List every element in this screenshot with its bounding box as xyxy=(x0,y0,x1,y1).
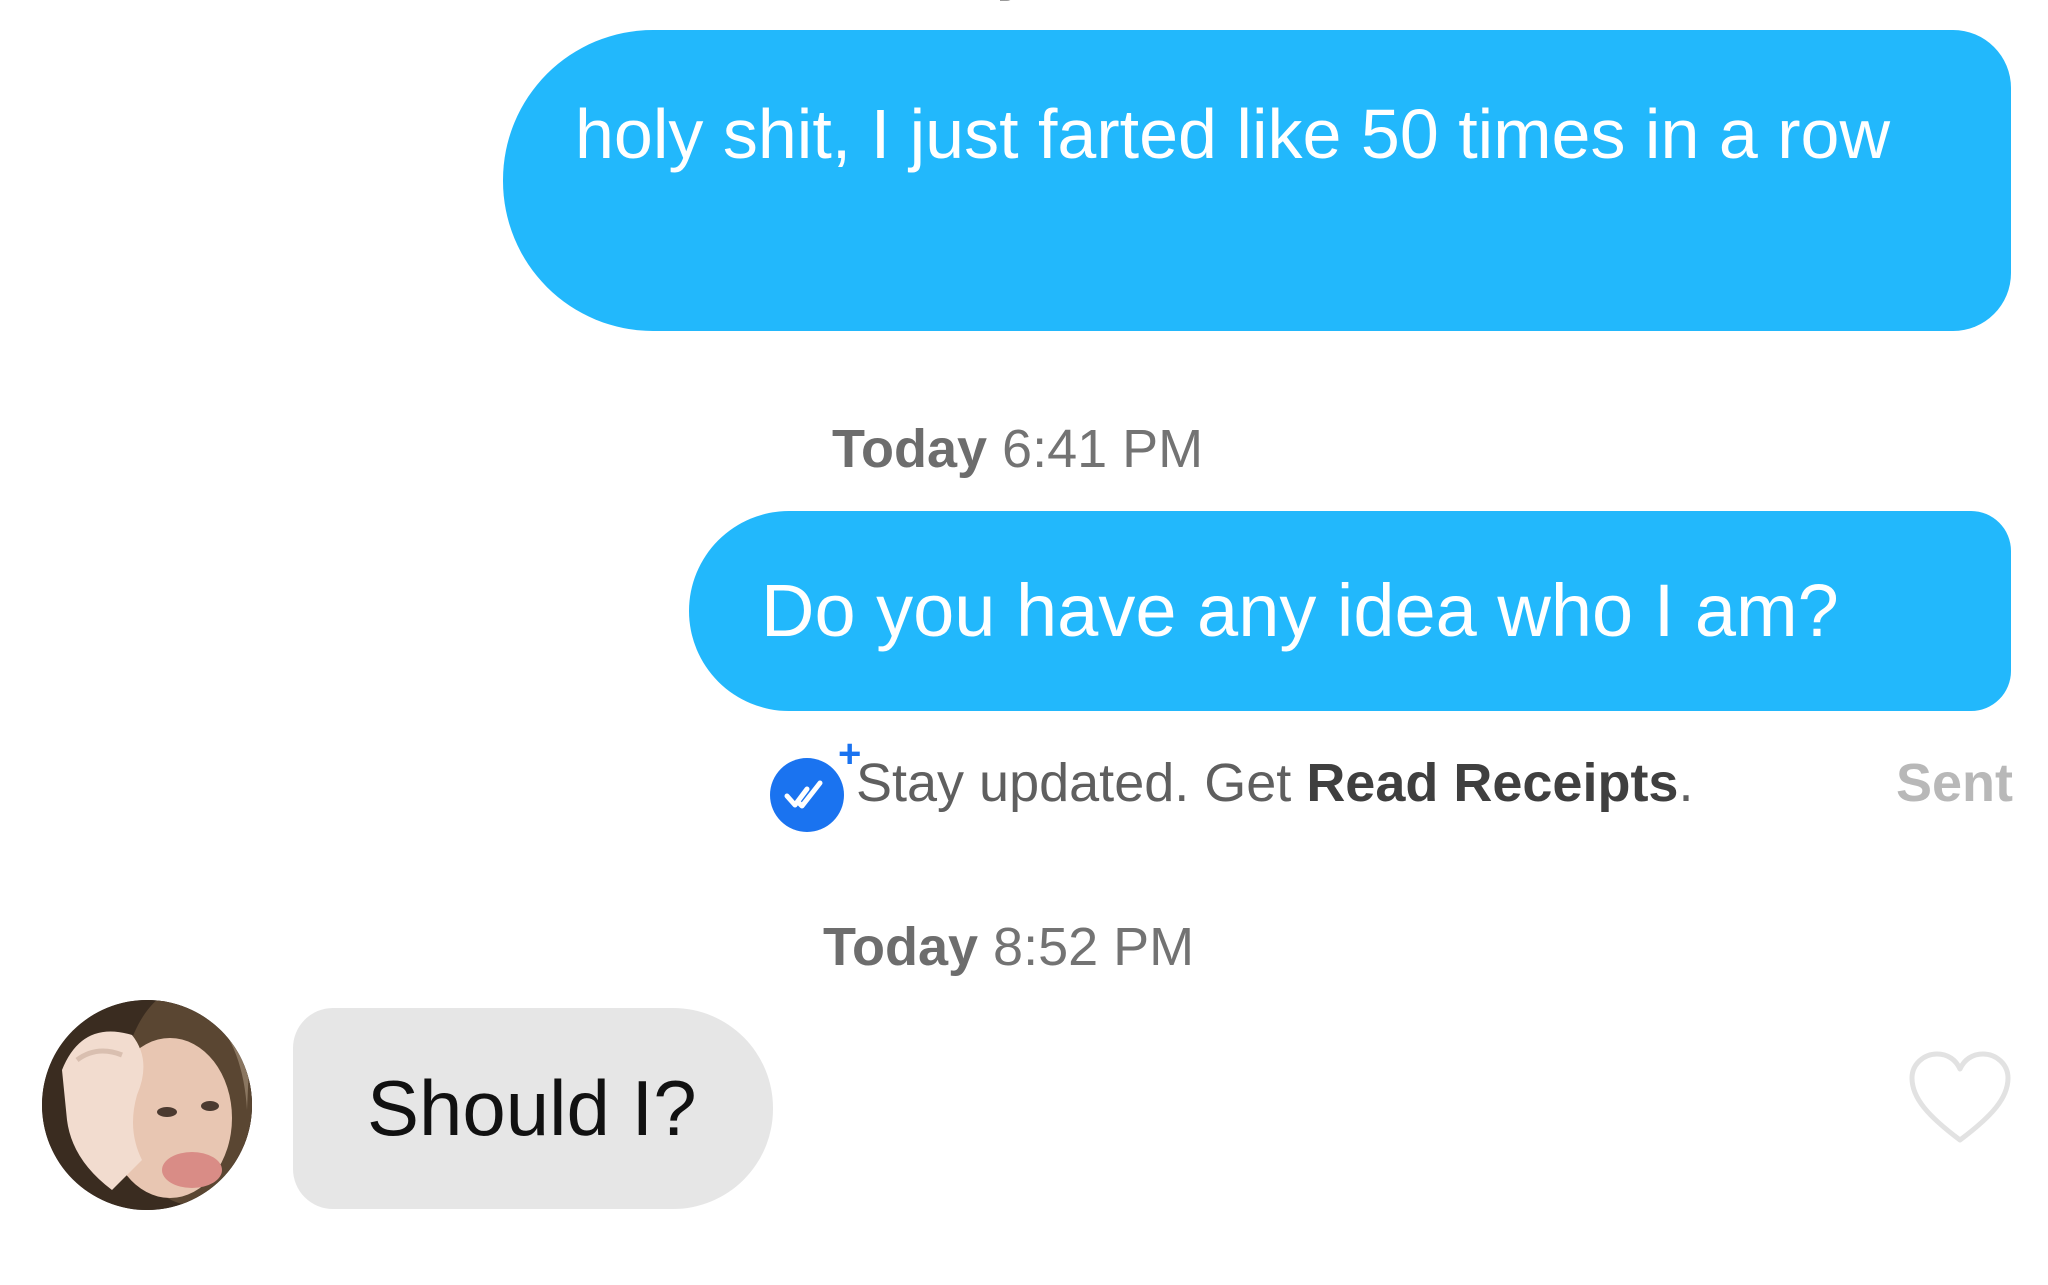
read-receipts-promo[interactable]: + Stay updated. Get Read Receipts. Sent xyxy=(770,734,2015,832)
message-text: Do you have any idea who I am? xyxy=(761,569,1839,652)
timestamp-time: 8:52 PM xyxy=(993,917,1195,977)
message-status: Sent xyxy=(1895,753,2013,813)
message-text: Should I? xyxy=(367,1064,697,1152)
timestamp-day: Today xyxy=(823,917,979,977)
incoming-message-bubble[interactable]: Should I? xyxy=(293,1008,773,1209)
avatar[interactable] xyxy=(42,1000,252,1210)
message-timestamp: Today 6:41 PM xyxy=(832,418,1203,480)
timestamp-time: 6:41 PM xyxy=(1002,419,1204,479)
read-receipts-suffix: . xyxy=(1678,753,1694,813)
read-receipts-link[interactable]: Read Receipts xyxy=(1306,753,1678,813)
read-receipts-prefix: Stay updated. Get xyxy=(856,753,1307,813)
outgoing-message-bubble[interactable]: Do you have any idea who I am? xyxy=(689,511,2011,711)
read-receipts-text: Stay updated. Get Read Receipts. xyxy=(856,748,1693,818)
previous-message-fragment xyxy=(1000,0,1013,1)
message-timestamp: Today 8:52 PM xyxy=(823,916,1194,978)
double-check-badge-icon xyxy=(770,758,844,832)
timestamp-day: Today xyxy=(832,419,988,479)
message-text: holy shit, I just farted like 50 times i… xyxy=(575,95,1890,173)
heart-outline-icon[interactable] xyxy=(1908,1050,2012,1146)
outgoing-message-bubble[interactable]: holy shit, I just farted like 50 times i… xyxy=(503,30,2011,331)
